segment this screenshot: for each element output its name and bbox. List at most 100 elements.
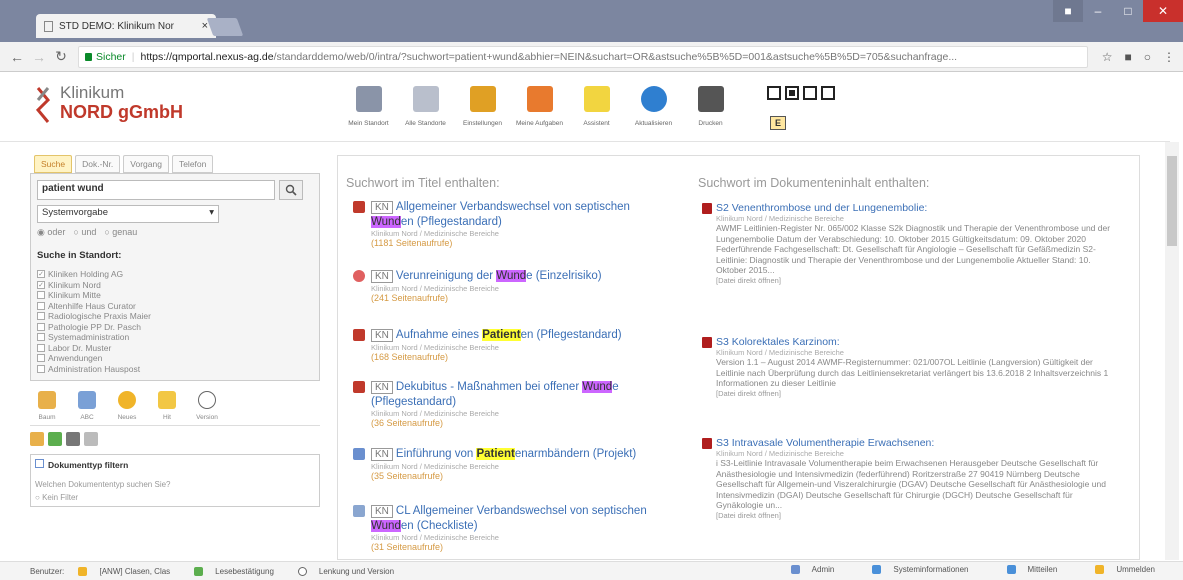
toolbar-assistent[interactable]: Assistent bbox=[568, 82, 625, 127]
search-button[interactable] bbox=[279, 180, 303, 200]
search-mode-select[interactable]: Systemvorgabe ▾ bbox=[37, 205, 219, 223]
content-result[interactable]: S3 Intravasale Volumentherapie Erwachsen… bbox=[702, 437, 1121, 520]
url-bar[interactable]: Sicher | https://qmportal.nexus-ag.de /s… bbox=[78, 46, 1088, 68]
layout-1-icon[interactable] bbox=[767, 86, 781, 100]
checkbox-label: Pathologie PP Dr. Pasch bbox=[48, 321, 141, 332]
tab-telefon[interactable]: Telefon bbox=[171, 155, 214, 173]
nav-version[interactable]: Version bbox=[192, 391, 222, 421]
result-title[interactable]: KN Aufnahme eines Patienten (Pflegestanda… bbox=[371, 328, 671, 343]
sort-icon[interactable] bbox=[30, 432, 44, 446]
close-tab-icon[interactable]: × bbox=[202, 20, 208, 32]
tab-vorgang[interactable]: Vorgang bbox=[123, 155, 169, 173]
document-type-icon bbox=[353, 201, 365, 213]
open-file-link[interactable]: [Datei direkt öffnen] bbox=[716, 389, 1121, 398]
circle-icon[interactable]: ○ bbox=[1144, 50, 1151, 64]
tag-icon[interactable] bbox=[48, 432, 62, 446]
radio-oder[interactable]: ◉ oder bbox=[37, 227, 65, 238]
content-result-title[interactable]: S2 Venenthrombose und der Lungenembolie: bbox=[716, 202, 1121, 214]
content-result[interactable]: S2 Venenthrombose und der Lungenembolie:… bbox=[702, 202, 1121, 285]
title-result[interactable]: KN Allgemeiner Verbandswechsel von septis… bbox=[353, 200, 671, 249]
minimize-icon[interactable]: – bbox=[1083, 0, 1113, 22]
tree-icon bbox=[38, 391, 56, 409]
result-title[interactable]: KN Allgemeiner Verbandswechsel von septis… bbox=[371, 200, 671, 229]
mitteilen-label: Mitteilen bbox=[1027, 565, 1058, 574]
maximize-icon[interactable]: □ bbox=[1113, 0, 1143, 22]
standort-checkbox[interactable]: Pathologie PP Dr. Pasch bbox=[37, 322, 313, 333]
result-title[interactable]: KN Dekubitus - Maßnahmen bei offener Wund… bbox=[371, 380, 671, 409]
toolbar-alle-standorte[interactable]: Alle Standorte bbox=[397, 82, 454, 127]
title-result[interactable]: KN Verunreinigung der Wunde (Einzelrisiko… bbox=[353, 269, 671, 304]
document-type-icon bbox=[353, 381, 365, 393]
standort-checkbox[interactable]: Systemadministration bbox=[37, 332, 313, 343]
toolbar-meine-aufgaben[interactable]: Meine Aufgaben bbox=[511, 82, 568, 127]
filter-radio-none[interactable]: ○ Kein Filter bbox=[35, 493, 315, 502]
standort-checkbox[interactable]: Anwendungen bbox=[37, 353, 313, 364]
back-icon[interactable]: ← bbox=[6, 49, 28, 65]
standort-checkbox[interactable]: Administration Hauspost bbox=[37, 364, 313, 375]
tab-dok-nr[interactable]: Dok.-Nr. bbox=[75, 155, 121, 173]
title-result[interactable]: KN Einführung von Patientenarmbändern (Pr… bbox=[353, 447, 701, 482]
result-title[interactable]: KN Verunreinigung der Wunde (Einzelrisiko… bbox=[371, 269, 671, 284]
title-result[interactable]: KN Aufnahme eines Patienten (Pflegestanda… bbox=[353, 328, 671, 363]
standort-checkbox[interactable]: Labor Dr. Muster bbox=[37, 343, 313, 354]
toolbar-drucken[interactable]: Drucken bbox=[682, 82, 739, 127]
extension-icon[interactable]: ■ bbox=[1125, 50, 1132, 64]
reload-icon[interactable]: ↻ bbox=[50, 48, 72, 65]
nav-baum[interactable]: Baum bbox=[32, 391, 62, 421]
lesebest-label: Lesebestätigung bbox=[215, 566, 274, 576]
content-result-title[interactable]: S3 Intravasale Volumentherapie Erwachsen… bbox=[716, 437, 1121, 449]
forward-icon[interactable]: → bbox=[28, 49, 50, 65]
menu-icon[interactable]: ⋮ bbox=[1163, 50, 1175, 64]
highlight: Wund bbox=[371, 216, 401, 228]
document-icon[interactable] bbox=[84, 432, 98, 446]
close-window-icon[interactable]: ✕ bbox=[1143, 0, 1183, 22]
layout-2-icon[interactable] bbox=[785, 86, 799, 100]
toolbar-mein-standort[interactable]: Mein Standort bbox=[340, 82, 397, 127]
nav-abc[interactable]: ABC bbox=[72, 391, 102, 421]
open-file-link[interactable]: [Datei direkt öffnen] bbox=[716, 511, 1121, 520]
layout-4-icon[interactable] bbox=[821, 86, 835, 100]
result-title[interactable]: KN Einführung von Patientenarmbändern (Pr… bbox=[371, 447, 701, 462]
title-result[interactable]: KN Dekubitus - Maßnahmen bei offener Wund… bbox=[353, 380, 671, 429]
logo[interactable]: Klinikum NORD gGmbH bbox=[34, 84, 183, 126]
toolbar-aktualisieren[interactable]: Aktualisieren bbox=[625, 82, 682, 127]
url-path: /standarddemo/web/0/intra/?suchwort=pati… bbox=[273, 51, 958, 63]
radio-und[interactable]: ○ und bbox=[73, 227, 96, 238]
nav-label: Neues bbox=[117, 414, 137, 421]
standort-checkbox[interactable]: Radiologische Praxis Maier bbox=[37, 311, 313, 322]
new-tab-button[interactable] bbox=[206, 18, 244, 36]
page-scrollbar[interactable] bbox=[1165, 142, 1179, 560]
content-result-title[interactable]: S3 Kolorektales Karzinom: bbox=[716, 336, 1121, 348]
admin-link[interactable]: Admin bbox=[790, 565, 847, 574]
standort-checkbox[interactable]: Altenhilfe Haus Curator bbox=[37, 301, 313, 312]
systeminfo-link[interactable]: Systeminformationen bbox=[872, 565, 980, 574]
tools-icon[interactable] bbox=[66, 432, 80, 446]
lenkung-link[interactable]: Lenkung und Version bbox=[297, 566, 406, 576]
standort-checkbox[interactable]: ✓ Kliniken Holding AG bbox=[37, 269, 313, 280]
search-input[interactable]: patient wund bbox=[37, 180, 275, 200]
nav-neues[interactable]: Neues bbox=[112, 391, 142, 421]
content-result[interactable]: S3 Kolorektales Karzinom: Klinikum Nord … bbox=[702, 336, 1121, 398]
checkbox-label: Klinikum Nord bbox=[48, 279, 101, 290]
result-title[interactable]: KN CL Allgemeiner Verbandswechsel von sep… bbox=[371, 504, 671, 533]
e-button[interactable]: E bbox=[770, 116, 786, 130]
open-file-link[interactable]: [Datei direkt öffnen] bbox=[716, 276, 1121, 285]
radio-genau[interactable]: ○ genau bbox=[104, 227, 137, 238]
scrollbar-thumb[interactable] bbox=[1167, 156, 1177, 246]
browser-tab[interactable]: STD DEMO: Klinikum Nor × bbox=[36, 14, 216, 38]
title-result[interactable]: KN CL Allgemeiner Verbandswechsel von sep… bbox=[353, 504, 671, 553]
tab-suche[interactable]: Suche bbox=[34, 155, 73, 173]
layout-3-icon[interactable] bbox=[803, 86, 817, 100]
toolbar-einstellungen[interactable]: Einstellungen bbox=[454, 82, 511, 127]
standort-checkbox[interactable]: Klinikum Mitte bbox=[37, 290, 313, 301]
checkbox-label: Administration Hauspost bbox=[48, 363, 141, 374]
star-icon[interactable]: ☆ bbox=[1102, 50, 1113, 64]
profile-icon[interactable]: ■ bbox=[1053, 0, 1083, 22]
lesebestaetigung-link[interactable]: Lesebestätigung bbox=[194, 566, 286, 576]
mitteilen-link[interactable]: Mitteilen bbox=[1006, 565, 1070, 574]
admin-icon bbox=[790, 565, 800, 574]
doctype-filter: Dokumenttyp filtern Welchen Dokumententy… bbox=[30, 454, 320, 507]
ummelden-link[interactable]: Ummelden bbox=[1095, 565, 1167, 574]
standort-checkbox[interactable]: ✓ Klinikum Nord bbox=[37, 280, 313, 291]
nav-hit[interactable]: Hit bbox=[152, 391, 182, 421]
